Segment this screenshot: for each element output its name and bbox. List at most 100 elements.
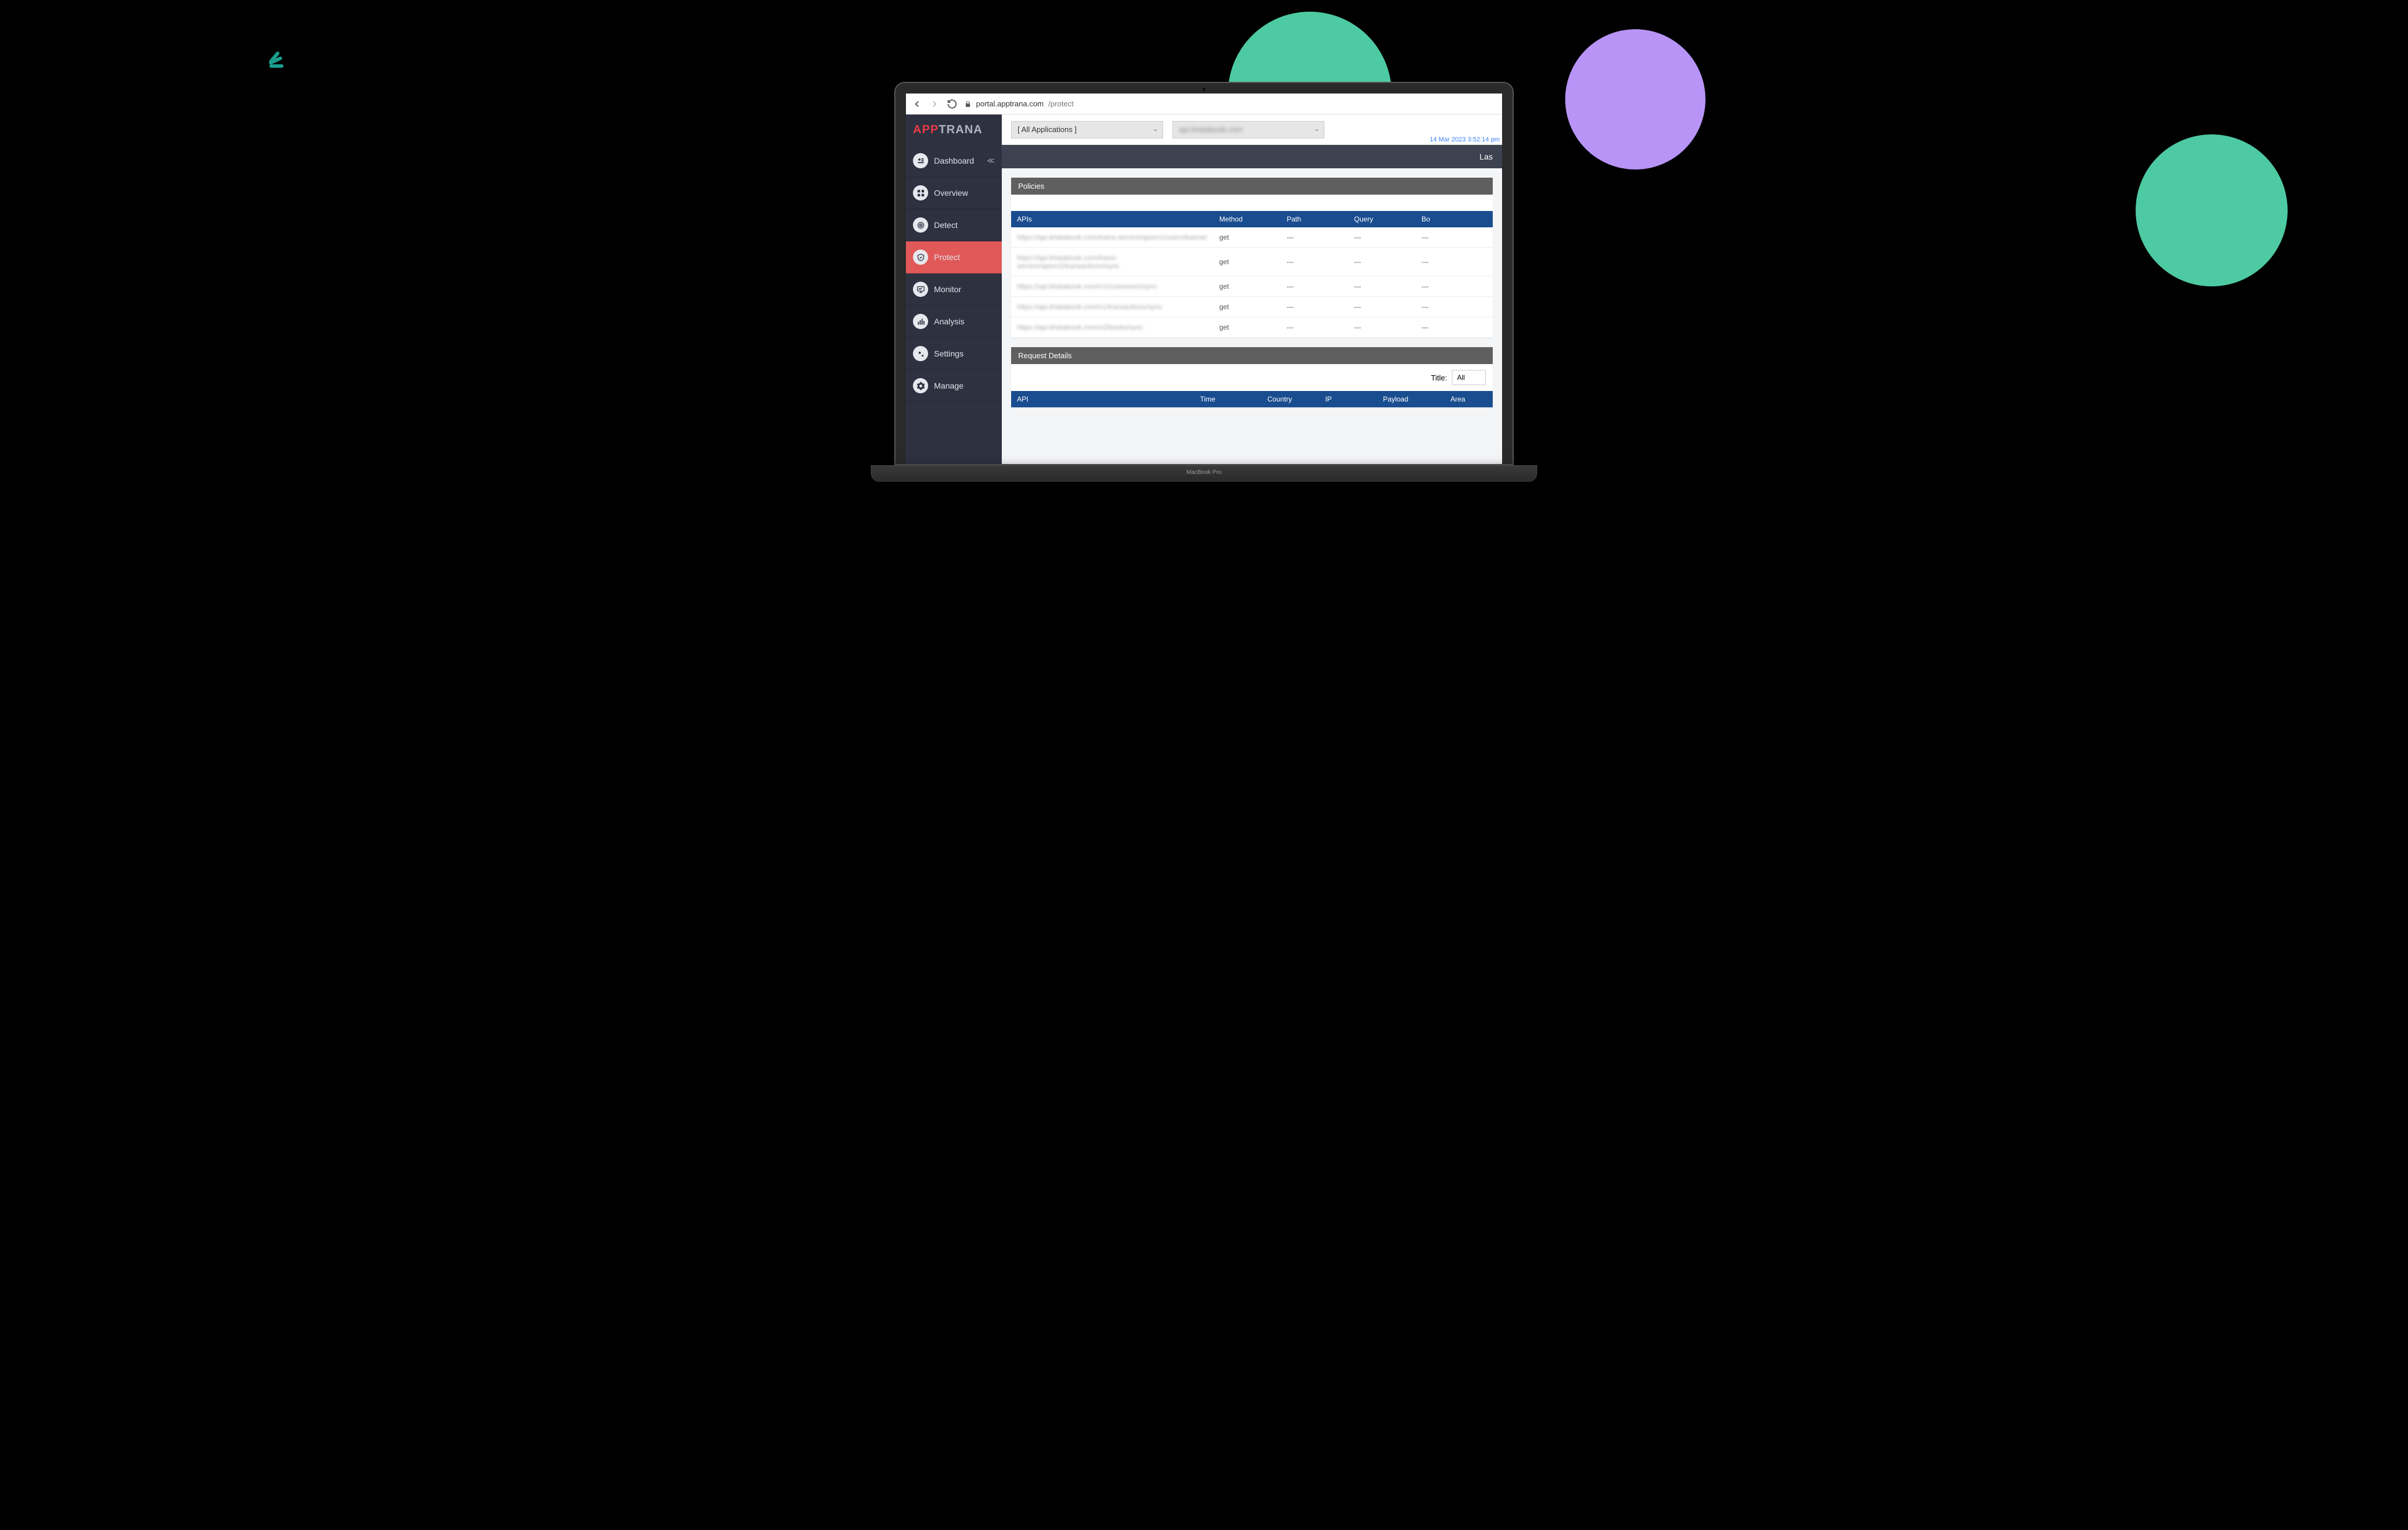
col-body: Bo: [1416, 211, 1493, 227]
laptop-base: MacBook Pro: [871, 465, 1537, 482]
col-api: API: [1011, 391, 1194, 407]
cell-body: ---: [1416, 227, 1493, 248]
cell-api: https://api.khatabook.com/v2/books/sync: [1011, 317, 1213, 338]
policies-tbody: https://api.khatabook.com/loans-service/…: [1011, 227, 1493, 338]
cell-query: ---: [1348, 227, 1416, 248]
collapse-icon: ≪: [987, 156, 995, 165]
gears-icon: [913, 346, 928, 361]
col-apis: APIs: [1011, 211, 1213, 227]
browser-toolbar: portal.apptrana.com/protect: [906, 94, 1502, 115]
filter-label: Title:: [1431, 373, 1447, 382]
sidebar-item-label: Overview: [934, 188, 968, 198]
sidebar-item-overview[interactable]: Overview: [906, 177, 1002, 209]
subheader: Las: [1002, 145, 1502, 168]
col-query: Query: [1348, 211, 1416, 227]
main-content: [ All Applications ] ⌄ api.khatabook.com…: [1002, 115, 1502, 464]
forward-button[interactable]: [929, 99, 940, 109]
cell-body: ---: [1416, 248, 1493, 276]
policies-panel: Policies APIs Method Path Query Bo: [1011, 178, 1493, 338]
panel-title: Request Details: [1011, 347, 1493, 364]
laptop-label: MacBook Pro: [1186, 469, 1222, 476]
sidebar-item-detect[interactable]: Detect: [906, 209, 1002, 241]
sidebar-item-protect[interactable]: Protect: [906, 241, 1002, 274]
cell-query: ---: [1348, 297, 1416, 317]
sidebar-item-label: Dashboard: [934, 156, 974, 165]
table-row[interactable]: https://api.khatabook.com/loans-service/…: [1011, 227, 1493, 248]
shield-icon: [913, 250, 928, 265]
cell-query: ---: [1348, 317, 1416, 338]
cell-body: ---: [1416, 317, 1493, 338]
subheader-label: Las: [1479, 152, 1493, 161]
laptop-camera: [1202, 88, 1206, 91]
target-icon: [913, 217, 928, 233]
brand-part2: TRANA: [939, 123, 982, 137]
col-ip: IP: [1319, 391, 1377, 407]
gear-icon: [913, 378, 928, 393]
context-selector[interactable]: api.khatabook.com ⌄: [1172, 121, 1324, 139]
cell-api: https://api.khatabook.com/v1/transaction…: [1011, 297, 1213, 317]
sidebar-item-dashboard[interactable]: Dashboard ≪: [906, 145, 1002, 177]
sidebar-item-label: Monitor: [934, 285, 961, 294]
laptop-mockup: portal.apptrana.com/protect APPTRANA Das…: [894, 82, 1514, 482]
table-row[interactable]: https://api.khatabook.com/v1/customers/s…: [1011, 276, 1493, 297]
decor-circle-green-right: [2136, 134, 2288, 286]
col-method: Method: [1213, 211, 1281, 227]
title-filter-input[interactable]: [1452, 370, 1486, 385]
cell-query: ---: [1348, 248, 1416, 276]
sidebar-item-settings[interactable]: Settings: [906, 338, 1002, 370]
cell-path: ---: [1281, 317, 1348, 338]
address-bar[interactable]: portal.apptrana.com/protect: [964, 99, 1074, 108]
topbar: [ All Applications ] ⌄ api.khatabook.com…: [1002, 115, 1502, 145]
table-row[interactable]: https://api.khatabook.com/v1/transaction…: [1011, 297, 1493, 317]
cell-api: https://api.khatabook.com/v1/customers/s…: [1011, 276, 1213, 297]
sidebar-item-label: Analysis: [934, 317, 964, 326]
reload-button[interactable]: [947, 99, 957, 109]
cell-body: ---: [1416, 297, 1493, 317]
sidebar-item-label: Manage: [934, 381, 964, 390]
cell-api: https://api.khatabook.com/loans-service/…: [1011, 248, 1213, 276]
sidebar-item-analysis[interactable]: Analysis: [906, 306, 1002, 338]
cell-path: ---: [1281, 248, 1348, 276]
dashboard-icon: [913, 153, 928, 168]
col-area: Area: [1445, 391, 1493, 407]
cell-method: get: [1213, 276, 1281, 297]
policies-table: APIs Method Path Query Bo https://api.kh…: [1011, 211, 1493, 338]
decor-sparkle: [265, 47, 279, 71]
brand-logo: APPTRANA: [906, 115, 1002, 145]
monitor-icon: [913, 282, 928, 297]
filter-row: Title:: [1011, 364, 1493, 391]
url-path: /protect: [1049, 99, 1074, 108]
sidebar-item-monitor[interactable]: Monitor: [906, 274, 1002, 306]
cell-method: get: [1213, 227, 1281, 248]
col-country: Country: [1261, 391, 1319, 407]
sidebar: APPTRANA Dashboard ≪ Overview: [906, 115, 1002, 464]
cell-api: https://api.khatabook.com/loans-service/…: [1011, 227, 1213, 248]
cell-path: ---: [1281, 227, 1348, 248]
sidebar-item-label: Settings: [934, 349, 964, 358]
request-details-table: API Time Country IP Payload Area: [1011, 391, 1493, 407]
cell-path: ---: [1281, 276, 1348, 297]
overview-icon: [913, 185, 928, 200]
panel-title: Policies: [1011, 178, 1493, 195]
chevron-down-icon: ⌄: [1314, 126, 1319, 133]
col-path: Path: [1281, 211, 1348, 227]
dropdown-value: [ All Applications ]: [1018, 125, 1077, 134]
table-row[interactable]: https://api.khatabook.com/v2/books/syncg…: [1011, 317, 1493, 338]
col-payload: Payload: [1377, 391, 1444, 407]
brand-part1: APP: [913, 123, 939, 137]
cell-method: get: [1213, 248, 1281, 276]
cell-path: ---: [1281, 297, 1348, 317]
sidebar-item-label: Detect: [934, 220, 957, 230]
decor-circle-purple: [1565, 29, 1705, 169]
chevron-down-icon: ⌄: [1153, 126, 1158, 133]
timestamp: 14 Mar 2023 3:52:14 pm: [1430, 136, 1500, 143]
lock-icon: [964, 101, 971, 108]
application-selector[interactable]: [ All Applications ] ⌄: [1011, 121, 1163, 139]
chart-icon: [913, 314, 928, 329]
sidebar-item-manage[interactable]: Manage: [906, 370, 1002, 402]
request-details-panel: Request Details Title: API Time: [1011, 347, 1493, 407]
back-button[interactable]: [912, 99, 922, 109]
dropdown-value: api.khatabook.com: [1179, 125, 1243, 134]
table-row[interactable]: https://api.khatabook.com/loans-service/…: [1011, 248, 1493, 276]
col-time: Time: [1194, 391, 1261, 407]
